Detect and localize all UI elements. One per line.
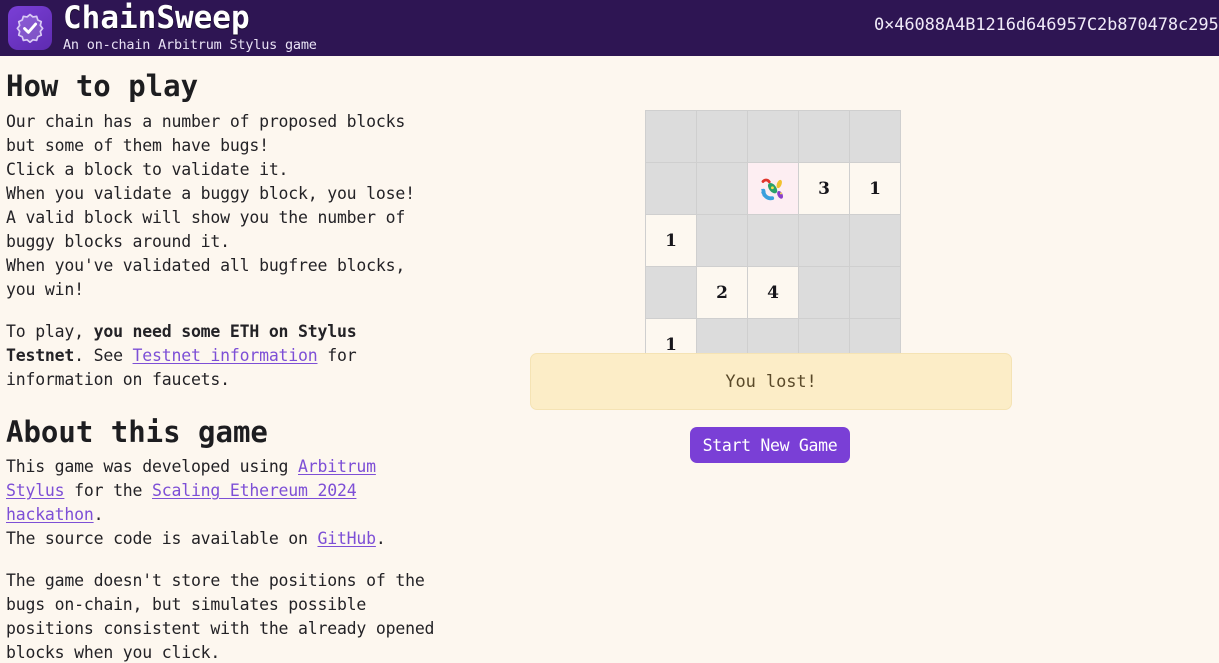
instruction-line: buggy blocks around it. [6,231,230,251]
instruction-line: you win! [6,279,84,299]
game-column: 3 1 1 2 4 1 You lost! Start New Game [530,56,1219,663]
cell-number: 3 [818,178,830,199]
board-cell-r2-c4[interactable] [850,215,900,266]
board-cell-r0-c2[interactable] [748,111,798,162]
cell-number: 1 [665,230,677,251]
app-title: ChainSweep [63,3,317,35]
about-developed-paragraph: This game was developed using Arbitrum S… [6,455,640,551]
developed-middle: for the [64,481,153,501]
wallet-address[interactable]: 0×46088A4B1216d646957C2b870478c2955B [874,15,1219,35]
play-note-text: To play, you need some ETH on Stylus Tes… [6,320,436,392]
instruction-line: Our chain has a number of proposed block… [6,111,406,131]
cell-number: 4 [767,282,779,303]
board-cell-r1-c3[interactable]: 3 [799,163,849,214]
about-source-text: The source code is available on GitHub. [6,527,436,551]
source-prefix: The source code is available on [6,529,318,549]
status-banner: You lost! [530,353,1012,410]
board-cell-r3-c2[interactable]: 4 [748,267,798,318]
board-cell-r3-c0[interactable] [646,267,696,318]
board-cell-r0-c0[interactable] [646,111,696,162]
board-cell-r3-c3[interactable] [799,267,849,318]
app-logo [8,6,52,50]
testnet-information-link[interactable]: Testnet information [133,346,318,365]
about-disclaimer-paragraph: The game doesn't store the positions of … [6,569,640,663]
minesweeper-board[interactable]: 3 1 1 2 4 1 [645,110,901,371]
verified-check-badge-icon [15,13,45,43]
about-developed-text: This game was developed using Arbitrum S… [6,455,436,527]
instruction-line: When you've validated all bugfree blocks… [6,255,406,275]
board-cell-r1-c2[interactable] [748,163,798,214]
app-header: ChainSweep An on-chain Arbitrum Stylus g… [0,0,1219,56]
how-to-play-heading: How to play [6,68,198,106]
microbe-bugs-icon [758,174,788,204]
board-cell-r1-c1[interactable] [697,163,747,214]
board-cell-r1-c0[interactable] [646,163,696,214]
instruction-line: When you validate a buggy block, you los… [6,183,415,203]
instruction-line: but some of them have bugs! [6,135,269,155]
board-cell-r2-c0[interactable]: 1 [646,215,696,266]
board-cell-r2-c1[interactable] [697,215,747,266]
developed-suffix: . [93,505,104,525]
start-new-game-button[interactable]: Start New Game [690,427,850,463]
board-cell-r2-c3[interactable] [799,215,849,266]
board-cell-r2-c2[interactable] [748,215,798,266]
developed-prefix: This game was developed using [6,457,299,477]
board-cell-r0-c3[interactable] [799,111,849,162]
play-note-middle: . See [74,345,133,365]
page-body: How to play Our chain has a number of pr… [0,56,1219,663]
cell-number: 2 [716,282,728,303]
cell-number: 1 [665,334,677,355]
about-disclaimer-text: The game doesn't store the positions of … [6,571,435,663]
board-cell-r3-c1[interactable]: 2 [697,267,747,318]
board-cell-r3-c4[interactable] [850,267,900,318]
board-cell-r1-c4[interactable]: 1 [850,163,900,214]
status-message: You lost! [725,371,817,392]
brand-block: ChainSweep An on-chain Arbitrum Stylus g… [63,3,317,53]
cell-number: 1 [869,178,881,199]
app-subtitle: An on-chain Arbitrum Stylus game [63,36,317,53]
instruction-line: A valid block will show you the number o… [6,207,406,227]
source-suffix: . [375,529,386,549]
board-cell-r0-c1[interactable] [697,111,747,162]
play-note-prefix: To play, [6,321,94,341]
how-to-play-lines: Our chain has a number of proposed block… [6,110,640,302]
instruction-line: Click a block to validate it. [6,159,289,179]
github-link[interactable]: GitHub [317,529,376,548]
about-heading: About this game [6,414,268,452]
board-cell-r0-c4[interactable] [850,111,900,162]
